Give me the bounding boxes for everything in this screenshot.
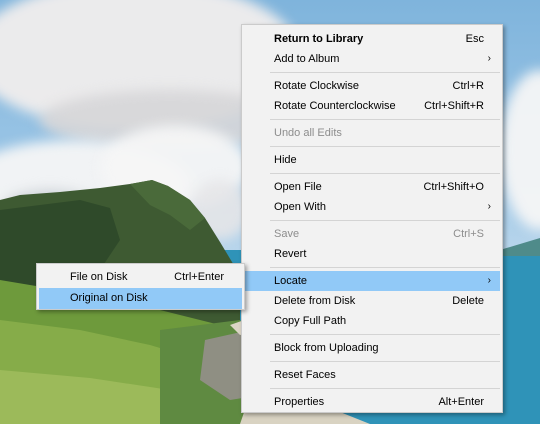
menu-item-open-file[interactable]: Open File Ctrl+Shift+O (244, 177, 500, 197)
menu-item-label: Open File (274, 181, 322, 193)
menu-item-label: Reset Faces (274, 369, 336, 381)
menu-item-revert[interactable]: Revert (244, 244, 500, 264)
menu-item-save: Save Ctrl+S (244, 224, 500, 244)
menu-item-shortcut: Ctrl+S (453, 228, 484, 240)
chevron-right-icon: › (487, 201, 491, 212)
menu-item-shortcut: Esc (465, 33, 484, 45)
menu-item-label: Original on Disk (70, 292, 148, 304)
menu-item-shortcut: Ctrl+Shift+O (423, 181, 484, 193)
submenu-item-original-on-disk[interactable]: Original on Disk (39, 288, 242, 309)
menu-separator (270, 361, 500, 362)
menu-item-label: Return to Library (274, 33, 364, 45)
menu-separator (270, 173, 500, 174)
context-menu: Return to Library Esc Add to Album › Rot… (241, 24, 503, 413)
menu-item-label: Undo all Edits (274, 127, 342, 139)
menu-item-locate[interactable]: Locate › (244, 271, 500, 291)
menu-item-delete-from-disk[interactable]: Delete from Disk Delete (244, 291, 500, 311)
menu-item-shortcut: Ctrl+Shift+R (424, 100, 484, 112)
menu-item-add-to-album[interactable]: Add to Album › (244, 49, 500, 69)
menu-separator (270, 267, 500, 268)
menu-item-label: Save (274, 228, 300, 240)
submenu-item-file-on-disk[interactable]: File on Disk Ctrl+Enter (39, 267, 242, 288)
menu-item-label: File on Disk (70, 271, 128, 283)
menu-item-label: Delete from Disk (274, 295, 356, 307)
menu-item-shortcut: Delete (452, 295, 484, 307)
menu-separator (270, 72, 500, 73)
menu-item-label: Open With (274, 201, 326, 213)
menu-item-label: Block from Uploading (274, 342, 379, 354)
menu-item-reset-faces[interactable]: Reset Faces (244, 365, 500, 385)
menu-item-block-from-uploading[interactable]: Block from Uploading (244, 338, 500, 358)
menu-item-label: Copy Full Path (274, 315, 347, 327)
menu-item-label: Rotate Clockwise (274, 80, 359, 92)
locate-submenu: File on Disk Ctrl+Enter Original on Disk (36, 263, 245, 310)
menu-separator (270, 146, 500, 147)
menu-item-label: Locate (274, 275, 308, 287)
menu-item-properties[interactable]: Properties Alt+Enter (244, 392, 500, 412)
menu-separator (270, 388, 500, 389)
menu-separator (270, 220, 500, 221)
menu-item-rotate-clockwise[interactable]: Rotate Clockwise Ctrl+R (244, 76, 500, 96)
menu-item-shortcut: Alt+Enter (438, 396, 484, 408)
menu-item-hide[interactable]: Hide (244, 150, 500, 170)
menu-item-rotate-counterclockwise[interactable]: Rotate Counterclockwise Ctrl+Shift+R (244, 96, 500, 116)
menu-item-label: Revert (274, 248, 307, 260)
chevron-right-icon: › (487, 53, 491, 64)
menu-item-return-to-library[interactable]: Return to Library Esc (244, 29, 500, 49)
menu-item-shortcut: Ctrl+R (452, 80, 484, 92)
menu-separator (270, 119, 500, 120)
menu-item-copy-full-path[interactable]: Copy Full Path (244, 311, 500, 331)
menu-item-shortcut: Ctrl+Enter (174, 271, 224, 283)
menu-item-label: Hide (274, 154, 297, 166)
menu-item-label: Rotate Counterclockwise (274, 100, 396, 112)
menu-item-label: Add to Album (274, 53, 340, 65)
menu-item-undo-all-edits: Undo all Edits (244, 123, 500, 143)
menu-item-open-with[interactable]: Open With › (244, 197, 500, 217)
chevron-right-icon: › (487, 275, 491, 286)
menu-item-label: Properties (274, 396, 325, 408)
menu-separator (270, 334, 500, 335)
